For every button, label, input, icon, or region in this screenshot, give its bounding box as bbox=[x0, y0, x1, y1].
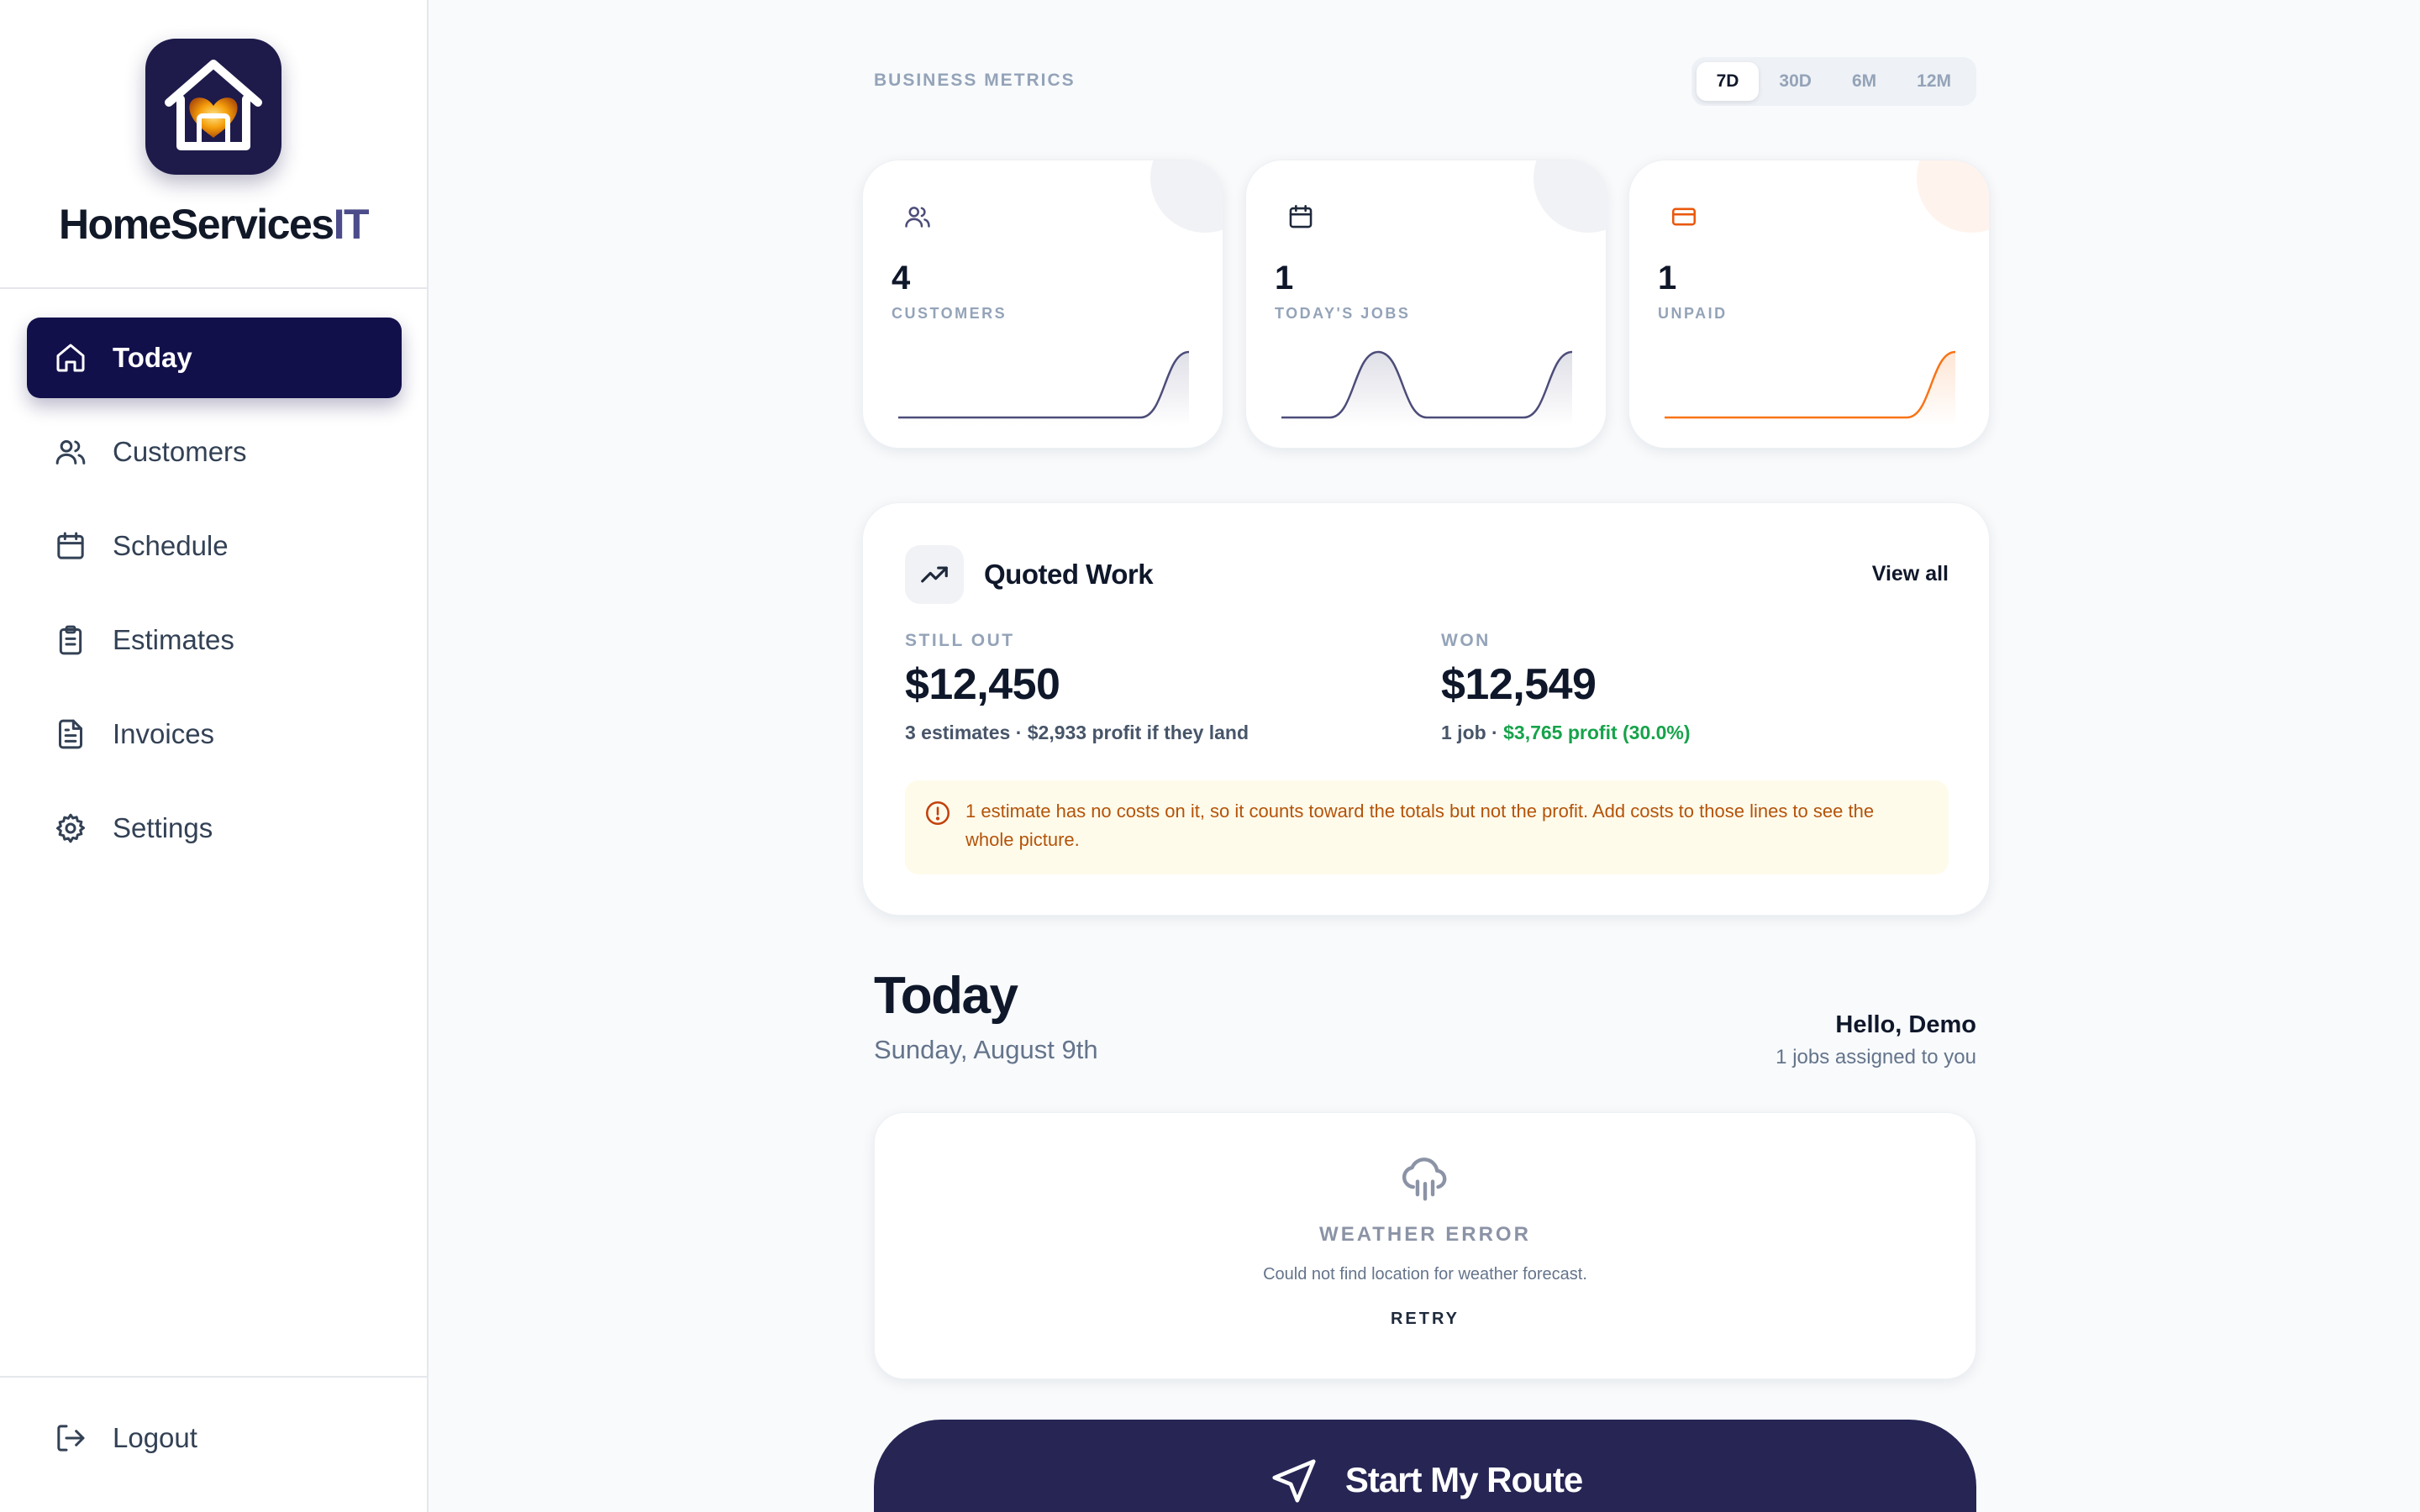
sidebar-footer: Logout bbox=[0, 1376, 427, 1512]
weather-card: WEATHER ERROR Could not find location fo… bbox=[874, 1112, 1976, 1379]
sidebar-item-label: Invoices bbox=[113, 718, 215, 749]
range-toggle: 7D 30D 6M 12M bbox=[1691, 57, 1976, 106]
unpaid-sparkline bbox=[1665, 350, 1955, 426]
sparkline-line bbox=[1281, 350, 1572, 419]
sidebar-item-invoices[interactable]: Invoices bbox=[27, 694, 402, 774]
won-label: WON bbox=[1441, 631, 1491, 650]
sidebar-item-estimates[interactable]: Estimates bbox=[27, 600, 402, 680]
range-12m-button[interactable]: 12M bbox=[1897, 62, 1971, 101]
sparkline-line bbox=[1665, 350, 1955, 419]
unpaid-stat-card[interactable]: 1 UNPAID bbox=[1628, 160, 1990, 449]
warning-text: 1 estimate has no costs on it, so it cou… bbox=[965, 801, 1875, 850]
unpaid-label: UNPAID bbox=[1658, 305, 1728, 322]
credit-card-icon bbox=[1671, 207, 1697, 226]
brand-name-accent: IT bbox=[333, 201, 370, 248]
brand-name-main: HomeServices bbox=[58, 201, 334, 248]
range-30d-button[interactable]: 30D bbox=[1759, 62, 1832, 101]
cloud-rain-icon bbox=[1402, 1158, 1447, 1201]
weather-error-message: Could not find location for weather fore… bbox=[1263, 1265, 1587, 1284]
todays-jobs-sparkline bbox=[1281, 350, 1572, 426]
todays-jobs-label: TODAY'S JOBS bbox=[1275, 305, 1411, 322]
logout-label: Logout bbox=[113, 1422, 197, 1453]
main-nav: Today Customers Schedule Estimates Invoi… bbox=[27, 318, 402, 882]
still-out-label: STILL OUT bbox=[905, 631, 1015, 650]
users-icon bbox=[905, 207, 930, 228]
sparkline-area bbox=[1281, 352, 1572, 426]
start-route-label: Start My Route bbox=[1344, 1460, 1583, 1499]
file-text-icon bbox=[59, 719, 82, 749]
brand-name: HomeServicesIT bbox=[58, 200, 370, 249]
metrics-header: BUSINESS METRICS 7D 30D 6M 12M bbox=[874, 55, 1976, 106]
unpaid-count: 1 bbox=[1658, 260, 1677, 297]
view-all-link[interactable]: View all bbox=[1872, 562, 1949, 586]
sparkline-line bbox=[898, 350, 1189, 419]
card-corner-decoration bbox=[1150, 160, 1223, 233]
start-route-button[interactable]: Start My Route bbox=[874, 1420, 1976, 1512]
house-heart-logo-icon bbox=[165, 60, 262, 150]
sidebar-item-settings[interactable]: Settings bbox=[27, 788, 402, 869]
quoted-work-card: Quoted Work View all STILL OUT $12,450 3… bbox=[862, 502, 1990, 916]
retry-button[interactable]: RETRY bbox=[1391, 1310, 1460, 1329]
won-detail-jobs: 1 job · bbox=[1441, 722, 1504, 743]
trending-up-icon-badge bbox=[905, 545, 964, 604]
sidebar-item-today[interactable]: Today bbox=[27, 318, 402, 398]
won-detail-profit: $3,765 profit (30.0%) bbox=[1503, 722, 1691, 743]
sidebar-item-label: Estimates bbox=[113, 624, 234, 655]
sidebar-item-label: Settings bbox=[113, 812, 213, 843]
today-heading: Today bbox=[874, 967, 1018, 1025]
customers-stat-card[interactable]: 4 CUSTOMERS bbox=[862, 160, 1223, 449]
sidebar-item-label: Schedule bbox=[113, 530, 229, 561]
sidebar-item-customers[interactable]: Customers bbox=[27, 412, 402, 492]
range-7d-button[interactable]: 7D bbox=[1696, 62, 1760, 101]
users-icon bbox=[55, 440, 86, 465]
todays-jobs-count: 1 bbox=[1275, 260, 1294, 297]
jobs-assigned-text: 1 jobs assigned to you bbox=[1776, 1046, 1976, 1068]
sparkline-area bbox=[898, 352, 1189, 426]
sparkline-area bbox=[1665, 352, 1955, 426]
still-out-column: STILL OUT $12,450 3 estimates · $2,933 p… bbox=[905, 631, 1249, 744]
won-detail: 1 job · $3,765 profit (30.0%) bbox=[1441, 722, 1691, 744]
calendar-icon bbox=[57, 532, 84, 559]
stat-cards: 4 CUSTOMERS 1 TODAY'S JOBS 1 UNPAID bbox=[862, 160, 1990, 449]
sidebar-item-label: Customers bbox=[113, 436, 247, 467]
trending-up-icon bbox=[921, 566, 948, 583]
still-out-detail: 3 estimates · $2,933 profit if they land bbox=[905, 722, 1249, 743]
greeting: Hello, Demo 1 jobs assigned to you bbox=[1776, 1011, 1976, 1069]
won-column: WON $12,549 1 job · $3,765 profit (30.0%… bbox=[1441, 631, 1691, 744]
today-date: Sunday, August 9th bbox=[874, 1035, 1098, 1064]
range-6m-button[interactable]: 6M bbox=[1832, 62, 1897, 101]
business-metrics-label: BUSINESS METRICS bbox=[874, 71, 1076, 90]
card-corner-decoration bbox=[1917, 160, 1989, 233]
todays-jobs-stat-card[interactable]: 1 TODAY'S JOBS bbox=[1245, 160, 1607, 449]
navigation-icon bbox=[1272, 1459, 1316, 1503]
sidebar-item-label: Today bbox=[113, 342, 192, 373]
home-icon bbox=[56, 344, 85, 372]
missing-costs-warning: 1 estimate has no costs on it, so it cou… bbox=[905, 780, 1949, 874]
customers-count: 4 bbox=[892, 260, 911, 297]
card-corner-decoration bbox=[1534, 160, 1606, 233]
sidebar: HomeServicesIT Today Customers Schedule … bbox=[0, 0, 429, 1512]
customers-label: CUSTOMERS bbox=[892, 305, 1007, 322]
customers-sparkline bbox=[898, 350, 1189, 426]
quoted-work-title: Quoted Work bbox=[984, 559, 1154, 590]
calendar-icon bbox=[1289, 204, 1313, 228]
logout-button[interactable]: Logout bbox=[54, 1421, 197, 1455]
still-out-amount: $12,450 bbox=[905, 660, 1060, 709]
brand-header: HomeServicesIT bbox=[0, 0, 427, 289]
clipboard-icon bbox=[59, 625, 82, 655]
greeting-hello: Hello, Demo bbox=[1835, 1011, 1976, 1038]
logout-icon bbox=[57, 1425, 85, 1452]
weather-error-title: WEATHER ERROR bbox=[1319, 1223, 1531, 1246]
won-amount: $12,549 bbox=[1441, 660, 1597, 709]
sidebar-item-schedule[interactable]: Schedule bbox=[27, 506, 402, 586]
gear-icon bbox=[56, 813, 85, 843]
app-logo[interactable] bbox=[145, 39, 281, 175]
alert-circle-icon bbox=[925, 801, 950, 826]
